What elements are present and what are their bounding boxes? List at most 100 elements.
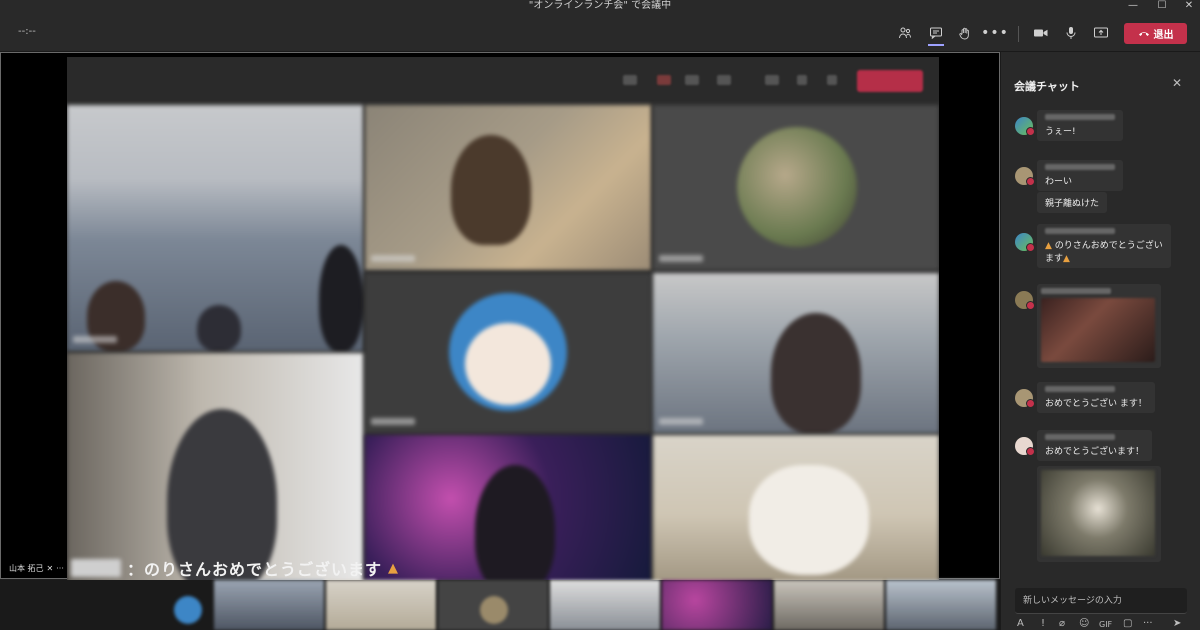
compose-box [1015,588,1187,614]
meeting-chat-panel: 会議チャット ✕ うぇー! わーい 親子離ぬけた ▲ のりさんおめでとうござい [1000,52,1200,630]
message-bubble: 親子離ぬけた [1037,192,1108,213]
raise-hand-button[interactable] [954,22,976,44]
video-tile [653,273,939,433]
message-meta-blurred [1041,288,1111,294]
shared-icon [685,75,699,85]
message-bubble: わーい [1037,160,1123,191]
share-screen-icon [1094,27,1108,38]
participant-thumbnail[interactable] [886,580,996,630]
participant-thumbnail[interactable] [214,580,324,630]
message-meta-blurred [1045,386,1115,392]
message-meta-blurred [1045,434,1115,440]
shared-icon [827,75,837,85]
participant-thumbnail[interactable] [550,580,660,630]
participant-avatar [737,127,857,247]
message-text: わーい [1045,177,1073,187]
format-icon[interactable]: A [1017,618,1024,629]
party-popper-icon: ▲ [1063,254,1070,264]
chat-button[interactable] [925,22,947,46]
video-tile [653,105,939,270]
sticker-icon[interactable]: ▢ [1123,618,1132,629]
participant-name-tag [371,418,415,425]
video-tile [365,435,651,594]
message-text: のりさんおめでとうござい [1054,241,1163,251]
message-text: おめでとうござい ます！ [1045,399,1147,409]
microphone-icon [1066,27,1076,39]
participant-name-tag [371,255,415,262]
video-tile [653,435,939,594]
message-meta-blurred [1045,164,1115,170]
leave-button[interactable]: 退出 [1124,23,1187,44]
participant-video [319,245,363,351]
ellipsis-icon: ••• [981,25,1009,41]
meeting-toolbar: --:-- ••• 退出 [0,14,1200,52]
message-bubble: うぇー! [1037,110,1123,141]
shared-image[interactable] [1041,470,1155,556]
participant-avatar [480,596,508,624]
avatar [1015,437,1035,456]
close-chat-button[interactable]: ✕ [1172,76,1182,90]
video-tile [365,273,651,433]
participants-button[interactable] [894,22,916,44]
shared-leave-button [857,70,923,92]
speaker-name: 山本 拓己 [9,564,44,573]
participant-video [451,135,531,245]
shared-icon [623,75,637,85]
participant-name-tag [73,336,117,343]
hand-icon [959,27,969,40]
shared-icon [657,75,671,85]
plush-toy-video [749,465,869,575]
shared-toolbar [67,57,939,101]
emoji-icon[interactable]: ☺ [1079,618,1089,629]
more-icon: ··· [56,564,64,573]
message-image-bubble [1037,284,1161,368]
attach-icon[interactable]: ⌀ [1059,618,1065,629]
caption-sender-blurred [71,559,121,577]
participant-thumbnail[interactable] [170,580,210,630]
participant-thumbnail[interactable] [438,580,548,630]
gif-icon[interactable]: GIF [1099,620,1112,629]
message-image-bubble [1037,466,1161,562]
message-meta-blurred [1045,228,1115,234]
caption-text: ：のりさんおめでとうございます [127,560,383,579]
chat-icon [930,27,942,39]
chat-caption-overlay: ：のりさんおめでとうございます ▲ [71,555,398,581]
avatar [1015,291,1035,310]
video-tile [67,105,363,351]
close-window-button[interactable]: ✕ [1182,0,1196,12]
message-meta-blurred [1045,114,1115,120]
toolbar-divider [1018,26,1019,42]
avatar [1015,389,1035,408]
share-screen-button[interactable] [1090,22,1112,44]
camera-button[interactable] [1030,22,1052,44]
participant-thumbnail[interactable] [326,580,436,630]
message-bubble: おめでとうござい ます！ [1037,382,1155,413]
send-icon[interactable]: ➤ [1173,618,1181,629]
more-options-button[interactable]: ••• [981,22,1009,44]
message-text: おめでとうございます！ [1045,447,1145,457]
close-icon: ✕ [1172,76,1183,90]
shared-icon [797,75,807,85]
avatar [1015,117,1035,136]
main-video-stage: ：のりさんおめでとうございます ▲ 山本 拓己 ✕ ··· [0,52,1000,594]
avatar [1015,167,1035,186]
maximize-button[interactable]: ☐ [1155,0,1169,12]
participant-thumbnail[interactable] [662,580,772,630]
microphone-button[interactable] [1060,22,1082,44]
message-text-continued: ます [1045,254,1064,264]
title-bar: "オンラインランチ会" で会議中 — ☐ ✕ [0,0,1200,14]
participant-strip [0,580,1000,630]
message-bubble: おめでとうございます！ [1037,430,1153,461]
more-compose-options-icon[interactable]: ··· [1143,618,1153,629]
shared-icon [717,75,731,85]
message-input[interactable] [1015,588,1187,614]
video-tile [365,105,651,270]
important-icon[interactable]: ! [1041,618,1045,629]
participant-video [475,465,555,594]
leave-label: 退出 [1153,30,1174,41]
minimize-button[interactable]: — [1126,0,1140,12]
participant-thumbnail[interactable] [774,580,884,630]
meeting-timer: --:-- [18,26,36,37]
shared-image[interactable] [1041,298,1155,362]
message-text: うぇー! [1045,127,1076,137]
